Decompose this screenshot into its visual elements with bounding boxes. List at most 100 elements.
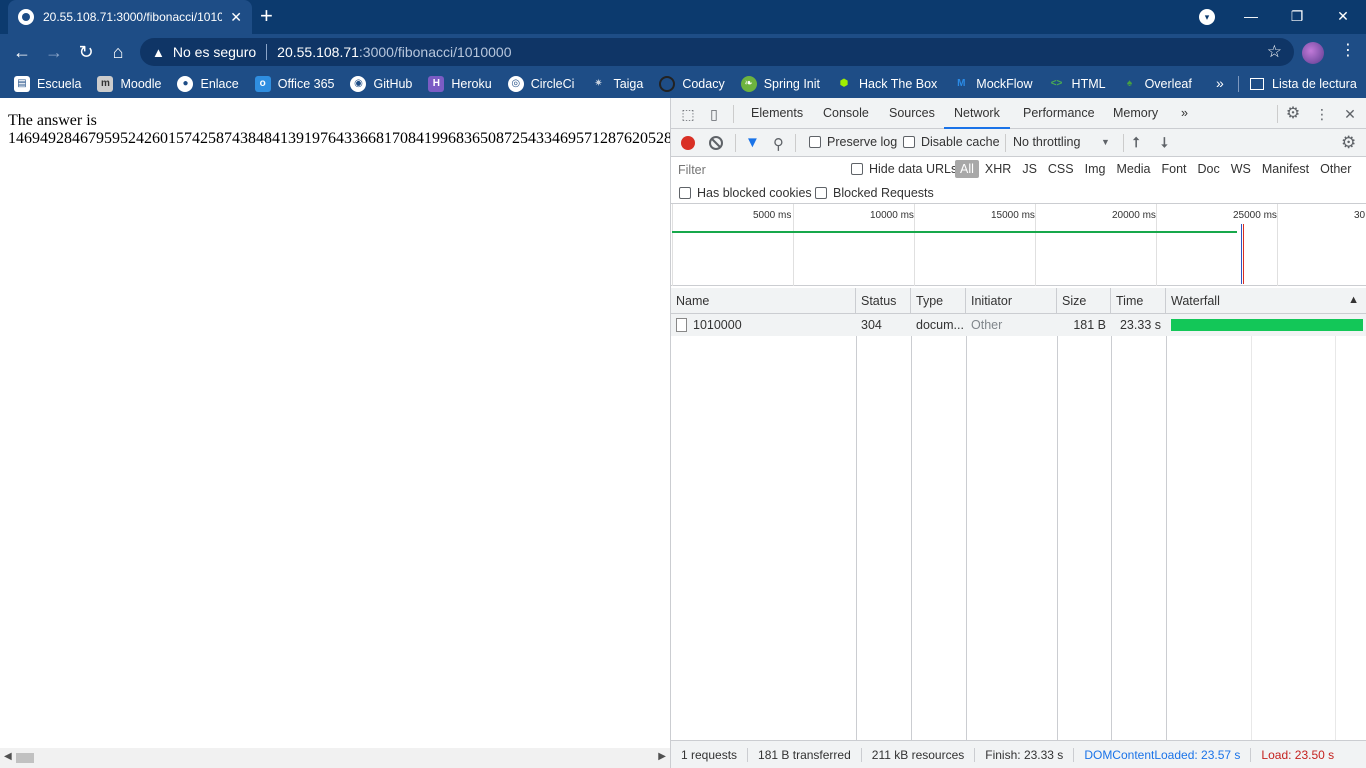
security-label[interactable]: No es seguro: [173, 44, 256, 60]
column-time[interactable]: Time: [1111, 288, 1166, 314]
timeline-gridline: [1156, 204, 1157, 286]
browser-tab[interactable]: 20.55.108.71:3000/fibonacci/1010000 ✕: [8, 0, 252, 34]
network-overview-timeline[interactable]: 5000 ms 10000 ms 15000 ms 20000 ms 25000…: [671, 204, 1366, 286]
type-doc[interactable]: Doc: [1193, 160, 1225, 178]
minimize-button[interactable]: —: [1228, 0, 1274, 34]
export-har-icon[interactable]: ⭣: [1161, 134, 1168, 151]
tab-elements[interactable]: Elements: [741, 98, 813, 129]
forward-icon[interactable]: →: [42, 40, 66, 64]
disable-cache-checkbox[interactable]: Disable cache: [903, 135, 1000, 149]
column-initiator[interactable]: Initiator: [966, 288, 1057, 314]
hide-data-urls-checkbox[interactable]: Hide data URLs: [851, 162, 957, 176]
device-toggle-icon[interactable]: ▯: [706, 106, 722, 122]
restore-button[interactable]: ❐: [1274, 0, 1320, 34]
filter-input[interactable]: [675, 160, 839, 180]
type-other[interactable]: Other: [1315, 160, 1356, 178]
search-icon[interactable]: ⚲: [773, 135, 784, 153]
home-icon[interactable]: ⌂: [106, 40, 130, 64]
bookmark-heroku[interactable]: H Heroku: [428, 76, 492, 92]
more-options-icon[interactable]: ⋮: [1314, 106, 1330, 122]
type-js[interactable]: JS: [1017, 160, 1042, 178]
bookmark-spring[interactable]: ❧ Spring Init: [740, 76, 820, 92]
globe-icon: ●: [177, 76, 194, 92]
type-all[interactable]: All: [955, 160, 979, 178]
type-xhr[interactable]: XHR: [980, 160, 1016, 178]
bookmark-hackthebox[interactable]: ⬢ Hack The Box: [836, 76, 938, 92]
network-settings-icon[interactable]: ⚙: [1341, 133, 1356, 153]
type-ws[interactable]: WS: [1226, 160, 1256, 178]
bookmarks-more-icon[interactable]: »: [1216, 75, 1224, 91]
filter-funnel-icon[interactable]: ▼: [745, 135, 760, 150]
bookmark-office[interactable]: o Office 365: [254, 76, 334, 92]
clear-icon[interactable]: [709, 136, 723, 150]
checkbox-icon: [903, 136, 915, 148]
tab-console[interactable]: Console: [813, 98, 879, 129]
profile-avatar[interactable]: [1302, 42, 1324, 64]
record-icon[interactable]: [681, 136, 695, 150]
bookmark-moodle[interactable]: m Moodle: [97, 76, 161, 92]
bookmark-label: CircleCi: [530, 77, 575, 91]
settings-gear-icon[interactable]: ⚙: [1285, 106, 1301, 122]
bookmark-overleaf[interactable]: ♠ Overleaf: [1122, 76, 1192, 92]
request-time: 23.33 s: [1119, 318, 1161, 332]
bookmark-star-icon[interactable]: ☆: [1267, 42, 1282, 62]
column-type[interactable]: Type: [911, 288, 966, 314]
preserve-log-label: Preserve log: [827, 135, 898, 149]
inspect-element-icon[interactable]: ⬚: [680, 106, 696, 122]
tab-search-icon[interactable]: ▾: [1199, 9, 1215, 25]
tab-network[interactable]: Network: [944, 98, 1010, 129]
type-manifest[interactable]: Manifest: [1257, 160, 1314, 178]
close-window-button[interactable]: ✕: [1320, 0, 1366, 34]
type-font[interactable]: Font: [1157, 160, 1192, 178]
back-icon[interactable]: ←: [10, 40, 34, 64]
more-tabs-icon[interactable]: »: [1171, 98, 1198, 129]
scroll-left-icon[interactable]: ◀: [4, 751, 12, 762]
column-size[interactable]: Size: [1057, 288, 1111, 314]
type-css[interactable]: CSS: [1043, 160, 1079, 178]
bookmark-taiga[interactable]: ✷ Taiga: [590, 76, 643, 92]
column-status[interactable]: Status: [856, 288, 911, 314]
sort-ascending-icon[interactable]: ▲: [1348, 288, 1359, 312]
bookmark-escuela[interactable]: ▤ Escuela: [14, 76, 81, 92]
bookmark-codacy[interactable]: Codacy: [659, 76, 725, 92]
bookmark-enlace[interactable]: ● Enlace: [177, 76, 239, 92]
bookmark-mockflow[interactable]: M MockFlow: [953, 76, 1032, 92]
blocked-requests-checkbox[interactable]: Blocked Requests: [815, 186, 934, 200]
tab-sources[interactable]: Sources: [879, 98, 945, 129]
tab-memory[interactable]: Memory: [1103, 98, 1168, 129]
load-marker: [1243, 224, 1244, 284]
scroll-thumb[interactable]: [16, 753, 34, 763]
bookmark-circleci[interactable]: ◎ CircleCi: [507, 76, 575, 92]
bookmark-html[interactable]: <> HTML: [1049, 76, 1106, 92]
type-media[interactable]: Media: [1111, 160, 1155, 178]
request-name-cell[interactable]: 1010000: [671, 314, 856, 336]
chevron-down-icon[interactable]: ▼: [1101, 137, 1110, 147]
address-bar[interactable]: ▲ No es seguro 20.55.108.71:3000/fibonac…: [140, 38, 1294, 66]
column-waterfall[interactable]: Waterfall: [1166, 288, 1366, 314]
answer-heading: The answer is: [8, 112, 97, 129]
scroll-right-icon[interactable]: ▶: [658, 751, 666, 762]
bookmark-label: Spring Init: [763, 77, 820, 91]
throttling-select[interactable]: No throttling: [1013, 135, 1080, 149]
has-blocked-cookies-checkbox[interactable]: Has blocked cookies: [679, 186, 812, 200]
bookmark-label: MockFlow: [976, 77, 1033, 91]
tab-performance[interactable]: Performance: [1013, 98, 1105, 129]
bookmark-github[interactable]: ◉ GitHub: [350, 76, 412, 92]
warning-icon[interactable]: ▲: [152, 45, 165, 60]
horizontal-scrollbar[interactable]: ◀ ▶: [0, 748, 670, 768]
moodle-icon: m: [97, 76, 114, 92]
new-tab-button[interactable]: +: [260, 5, 273, 27]
bookmark-label: Enlace: [200, 77, 239, 91]
preserve-log-checkbox[interactable]: Preserve log: [809, 135, 897, 149]
reading-list-button[interactable]: Lista de lectura: [1250, 70, 1357, 98]
tab-close-button[interactable]: ✕: [230, 9, 242, 26]
request-table-header: Name Status Type Initiator Size Time Wat…: [671, 288, 1366, 314]
menu-icon[interactable]: ⋮: [1340, 41, 1356, 61]
close-devtools-icon[interactable]: ✕: [1342, 106, 1358, 122]
reload-icon[interactable]: ↻: [74, 40, 98, 64]
type-img[interactable]: Img: [1080, 160, 1111, 178]
table-row[interactable]: 1010000 304 docum... Other 181 B 23.33 s: [671, 314, 1366, 336]
import-har-icon[interactable]: ⭡: [1133, 134, 1140, 151]
divider: [795, 134, 796, 152]
column-name[interactable]: Name: [671, 288, 856, 314]
